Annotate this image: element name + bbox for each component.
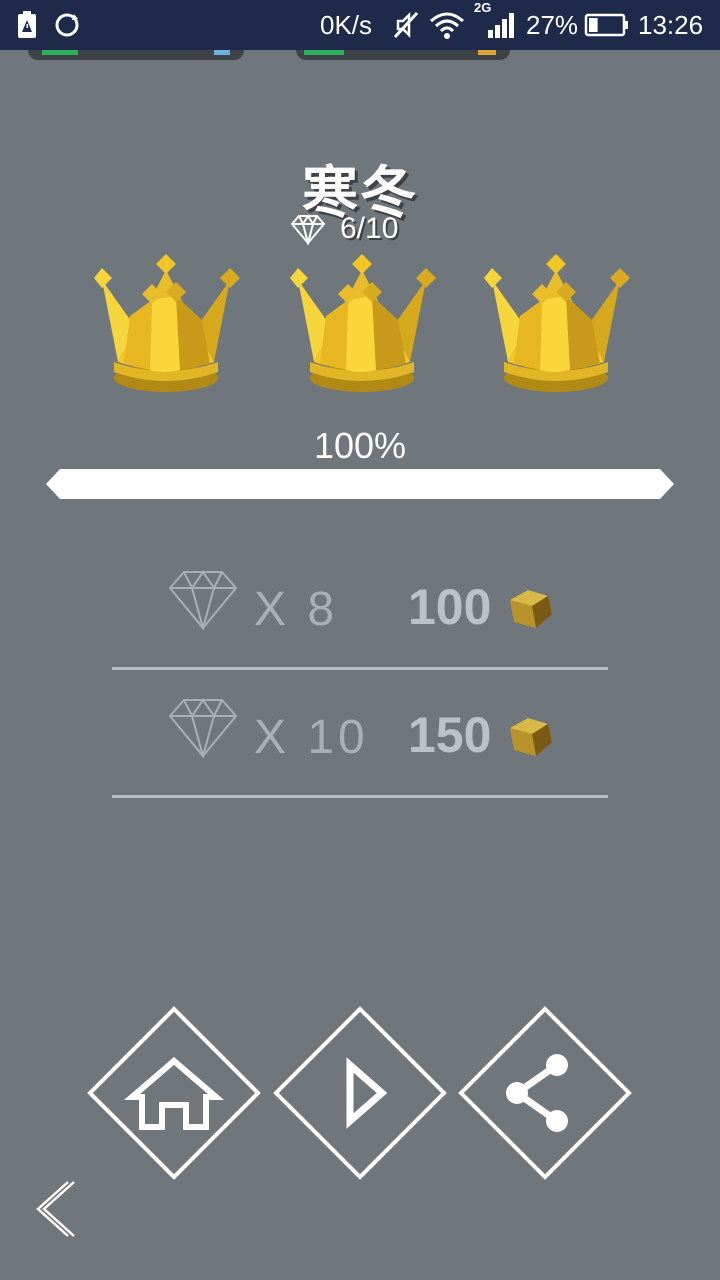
share-icon	[506, 1054, 568, 1132]
hud-strip-left	[28, 50, 244, 60]
progress-bar	[46, 469, 674, 499]
home-icon	[123, 1057, 225, 1130]
coin-icon	[510, 718, 552, 756]
play-button[interactable]	[272, 1005, 448, 1181]
gem-multiplier: X 10	[254, 711, 369, 764]
crown-icon	[474, 250, 634, 410]
play-icon	[346, 1057, 388, 1129]
coin-icon	[510, 590, 552, 628]
diamond-icon	[168, 570, 238, 630]
signal-icon	[482, 0, 516, 50]
home-button[interactable]	[86, 1005, 262, 1181]
hud-strip-right	[296, 50, 510, 60]
divider	[112, 795, 608, 798]
coin-price: 150	[408, 707, 492, 763]
diamond-icon	[168, 698, 238, 758]
sync-icon	[52, 0, 82, 50]
battery-saver-icon	[14, 0, 42, 50]
coin-price: 100	[408, 579, 492, 635]
clock: 13:26	[638, 9, 704, 40]
status-bar: 0K/s 2G 27% 13:26	[0, 0, 720, 50]
offer-row[interactable]: X 10 150	[112, 678, 608, 798]
back-button[interactable]	[30, 1178, 82, 1240]
offer-row[interactable]: X 8 100	[112, 550, 608, 670]
crown-icon	[84, 250, 244, 410]
share-button[interactable]	[457, 1005, 633, 1181]
wifi-icon	[428, 0, 466, 50]
diamond-icon	[290, 214, 326, 245]
mute-icon	[392, 0, 420, 50]
divider	[112, 667, 608, 670]
gem-counter: 6/10	[288, 212, 398, 246]
crown-icon	[280, 250, 440, 410]
gem-multiplier: X 8	[254, 583, 339, 636]
chevron-left-icon	[36, 1181, 75, 1237]
gem-count-text: 6/10	[340, 212, 399, 245]
progress-percent: 100%	[313, 425, 407, 466]
battery-percent: 27%	[526, 9, 579, 40]
network-speed: 0K/s	[320, 9, 373, 40]
battery-icon	[584, 0, 630, 50]
